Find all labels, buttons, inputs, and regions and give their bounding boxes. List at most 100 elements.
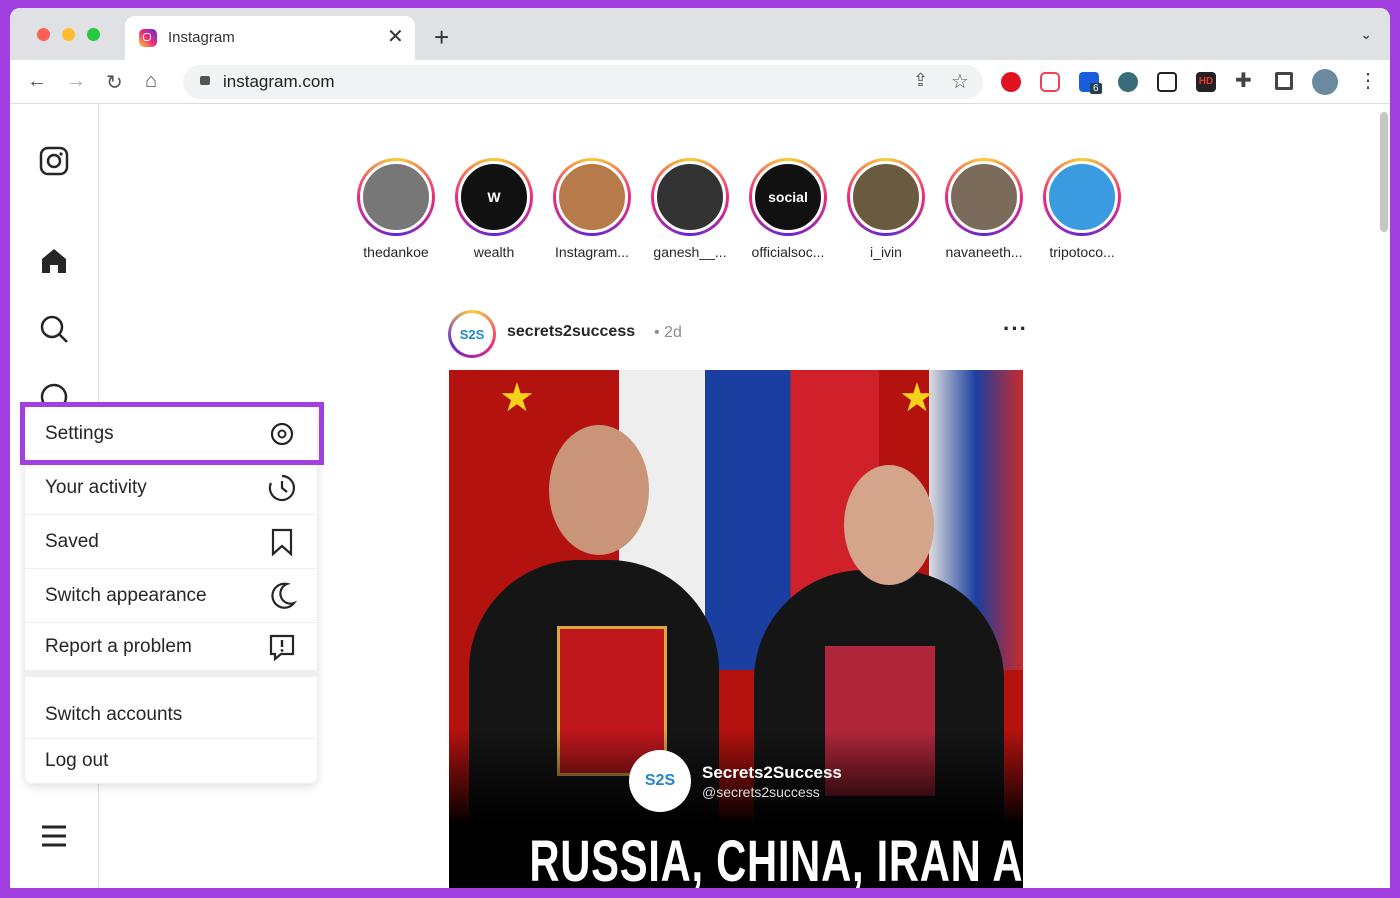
url-text: instagram.com [223,72,335,91]
spy-icon[interactable] [1118,72,1138,92]
menu-item-label: Your activity [45,476,147,498]
more-options-icon[interactable]: ··· [1003,316,1028,342]
story-item[interactable]: Instagram... [547,158,637,260]
star-decoration: ★ [899,376,935,420]
menu-item-label: Switch accounts [45,704,183,725]
post-image[interactable]: ★ ★ S2S Secrets2Success @secrets2success… [449,370,1023,888]
instagram-logo-icon[interactable] [39,146,69,176]
story-item[interactable]: ganesh__... [645,158,735,260]
close-window-button[interactable] [37,28,50,41]
hd-icon[interactable]: HD [1196,72,1216,92]
instagram-favicon-icon [139,29,157,47]
back-icon[interactable]: ← [27,70,47,93]
extension-badge: 6 [1090,83,1102,94]
story-label: tripotoco... [1049,244,1115,260]
story-label: i_ivin [870,244,902,260]
story-ring: social [749,158,827,236]
story-avatar [654,161,726,233]
story-avatar [1046,161,1118,233]
story-item[interactable]: social officialsoc... [743,158,833,260]
story-avatar [360,161,432,233]
moon-icon [271,582,297,609]
story-initial: W [487,189,501,205]
adblock-icon[interactable] [1001,72,1021,92]
story-ring [651,158,729,236]
avatar-text: S2S [451,313,493,355]
story-label: Instagram... [555,244,629,260]
bookmark-icon [271,528,293,556]
overlay-handle: @secrets2success [702,784,820,800]
story-item[interactable]: thedankoe [351,158,441,260]
menu-item-label: Report a problem [45,635,192,657]
scrollbar[interactable] [1380,112,1388,232]
overlay-logo: S2S [629,750,691,812]
address-bar[interactable]: instagram.com ⇪ ☆ [183,65,983,99]
toolbar: ← → ↻ ⌂ instagram.com ⇪ ☆ 6 HD ✚ ⋮ [10,60,1390,104]
story-avatar [948,161,1020,233]
star-icon[interactable]: ☆ [951,69,969,94]
story-ring [1043,158,1121,236]
bitwarden-icon[interactable]: 6 [1079,72,1102,94]
search-icon[interactable] [39,314,69,344]
browser-window: Instagram ✕ + ⌄ ← → ↻ ⌂ instagram.com ⇪ … [10,8,1390,888]
sidepanel-icon[interactable] [1275,72,1293,90]
overlay-name: Secrets2Success [702,763,842,782]
forward-icon[interactable]: → [66,70,86,93]
story-label: officialsoc... [751,244,825,260]
report-icon [269,634,295,661]
close-tab-icon[interactable]: ✕ [387,24,415,49]
menu-item-log-out[interactable]: Log out [25,739,317,784]
story-ring [847,158,925,236]
story-ring [553,158,631,236]
activity-icon [268,474,295,501]
menu-item-switch-accounts[interactable]: Switch accounts [25,692,317,739]
tab-title: Instagram [168,29,235,46]
story-item[interactable]: tripotoco... [1037,158,1127,260]
tab-instagram[interactable]: Instagram ✕ [125,16,415,60]
star-decoration: ★ [499,376,535,420]
story-item[interactable]: Wwealth [449,158,539,260]
post-header: S2S secrets2success • 2d ··· [448,308,1028,358]
tab-search-chevron-icon[interactable]: ⌄ [1360,26,1372,43]
menu-item-report-a-problem[interactable]: Report a problem [25,623,317,677]
menu-item-label: Log out [45,750,109,771]
person-face [549,425,649,555]
home-icon[interactable]: ⌂ [145,70,157,93]
hamburger-icon[interactable] [39,821,69,851]
story-initial: social [768,189,808,205]
kebab-icon[interactable]: ⋮ [1358,68,1378,93]
post-username[interactable]: secrets2success [507,323,635,341]
lock-icon [200,76,210,85]
reload-icon[interactable]: ↻ [106,70,123,95]
home-icon[interactable] [39,246,69,276]
menu-item-label: Saved [45,530,99,552]
hd-label: HD [1198,76,1214,87]
menu-item-switch-appearance[interactable]: Switch appearance [25,569,317,623]
story-label: ganesh__... [653,244,727,260]
menu-item-saved[interactable]: Saved [25,515,317,569]
story-avatar: W [458,161,530,233]
profile-avatar[interactable] [1312,69,1338,95]
telegram-icon[interactable] [1157,72,1177,92]
maximize-window-button[interactable] [87,28,100,41]
story-ring: W [455,158,533,236]
tab-bar: Instagram ✕ + ⌄ [10,8,1390,60]
story-avatar: social [752,161,824,233]
pocket-icon[interactable] [1040,72,1060,92]
story-label: wealth [473,244,515,260]
post-avatar[interactable]: S2S [448,310,496,358]
post-headline: RUSSIA, CHINA, IRAN AND [529,829,1023,888]
story-ring [945,158,1023,236]
minimize-window-button[interactable] [62,28,75,41]
story-label: navaneeth... [945,244,1023,260]
story-item[interactable]: i_ivin [841,158,931,260]
share-icon[interactable]: ⇪ [913,70,928,91]
story-label: thedankoe [363,244,429,260]
story-item[interactable]: navaneeth... [939,158,1029,260]
menu-item-your-activity[interactable]: Your activity [25,461,317,515]
story-avatar [850,161,922,233]
settings-highlight [20,402,324,465]
menu-item-label: Switch appearance [45,584,207,606]
new-tab-button[interactable]: + [434,22,449,53]
puzzle-icon[interactable]: ✚ [1235,68,1252,93]
